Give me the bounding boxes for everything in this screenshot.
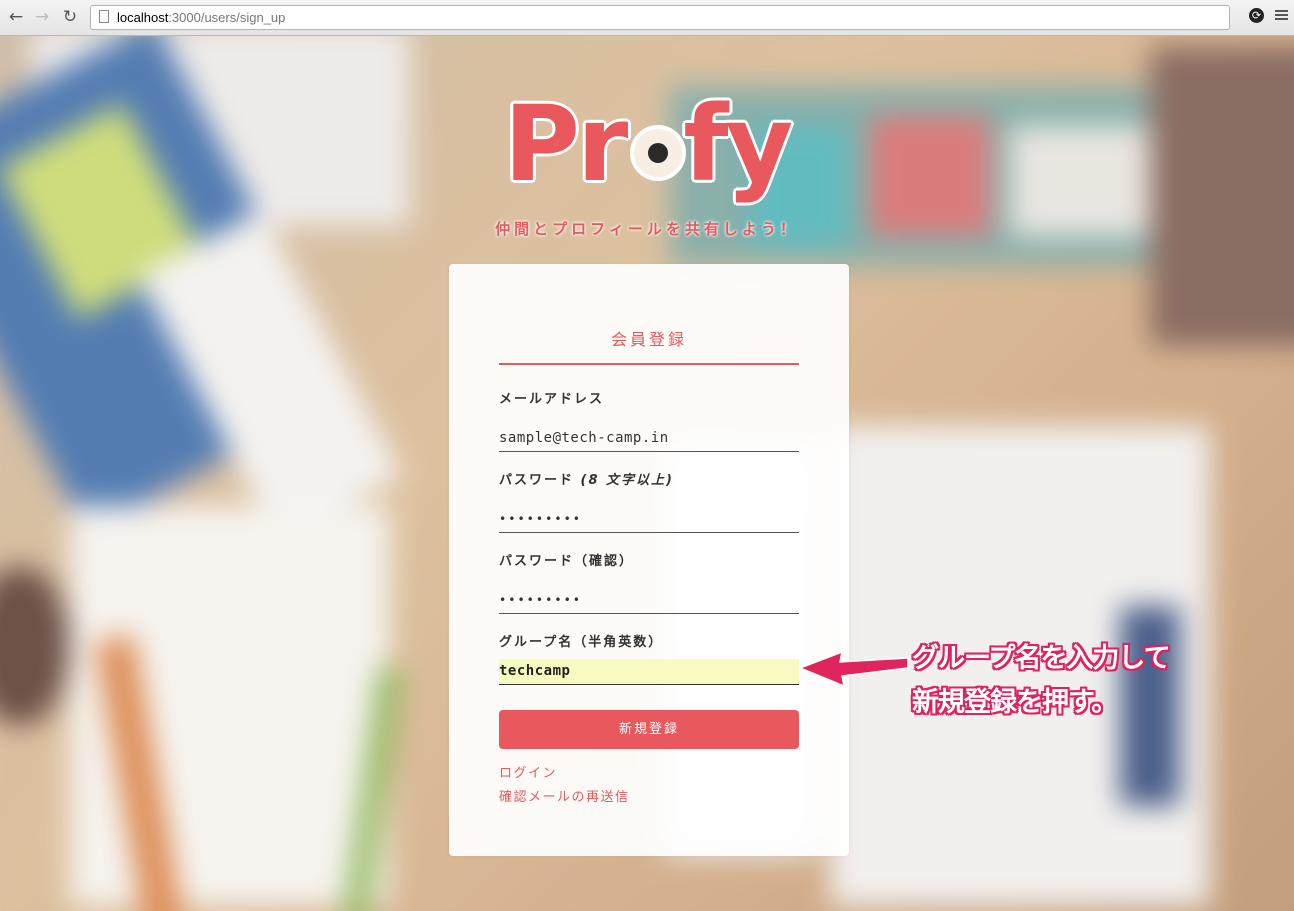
logo-eye-icon [630,125,686,181]
address-bar[interactable]: localhost:3000/users/sign_up [90,5,1230,30]
annotation-arrow-icon [797,650,909,688]
tagline: 仲間とプロフィールを共有しよう！ [495,220,799,238]
resend-confirmation-link[interactable]: 確認メールの再送信 [499,786,630,805]
menu-icon[interactable] [1275,10,1288,21]
back-arrow-icon[interactable]: ← [6,7,26,27]
group-name-label: グループ名（半角英数） [499,635,664,650]
url-text: localhost:3000/users/sign_up [117,10,286,25]
email-field[interactable]: sample@tech-camp.in [499,426,799,452]
password-confirm-field[interactable]: ••••••••• [499,588,799,614]
form-title: 会員登録 [610,330,687,349]
group-name-field[interactable]: techcamp [499,659,799,685]
title-divider [499,363,799,365]
email-label: メールアドレス [499,392,605,407]
signup-button[interactable]: 新規登録 [499,710,799,749]
annotation-line-2: 新規登録を押す。 [912,687,1118,718]
signup-form: 会員登録 メールアドレス sample@tech-camp.in パスワード (… [449,264,849,856]
extension-icon[interactable]: ⟳ [1249,8,1264,23]
password-confirm-label: パスワード（確認） [499,554,635,569]
password-label: パスワード (8 文字以上) [499,473,675,488]
password-field[interactable]: ••••••••• [499,507,799,533]
page-icon [99,10,109,23]
annotation-line-1: グループ名を入力して [912,643,1171,674]
login-link[interactable]: ログイン [499,762,557,781]
reload-icon[interactable]: ↻ [60,7,80,27]
browser-toolbar: ← → ↻ localhost:3000/users/sign_up ⟳ [0,0,1294,36]
forward-arrow-icon[interactable]: → [32,7,52,27]
password-hint: (8 文字以上) [580,473,675,488]
